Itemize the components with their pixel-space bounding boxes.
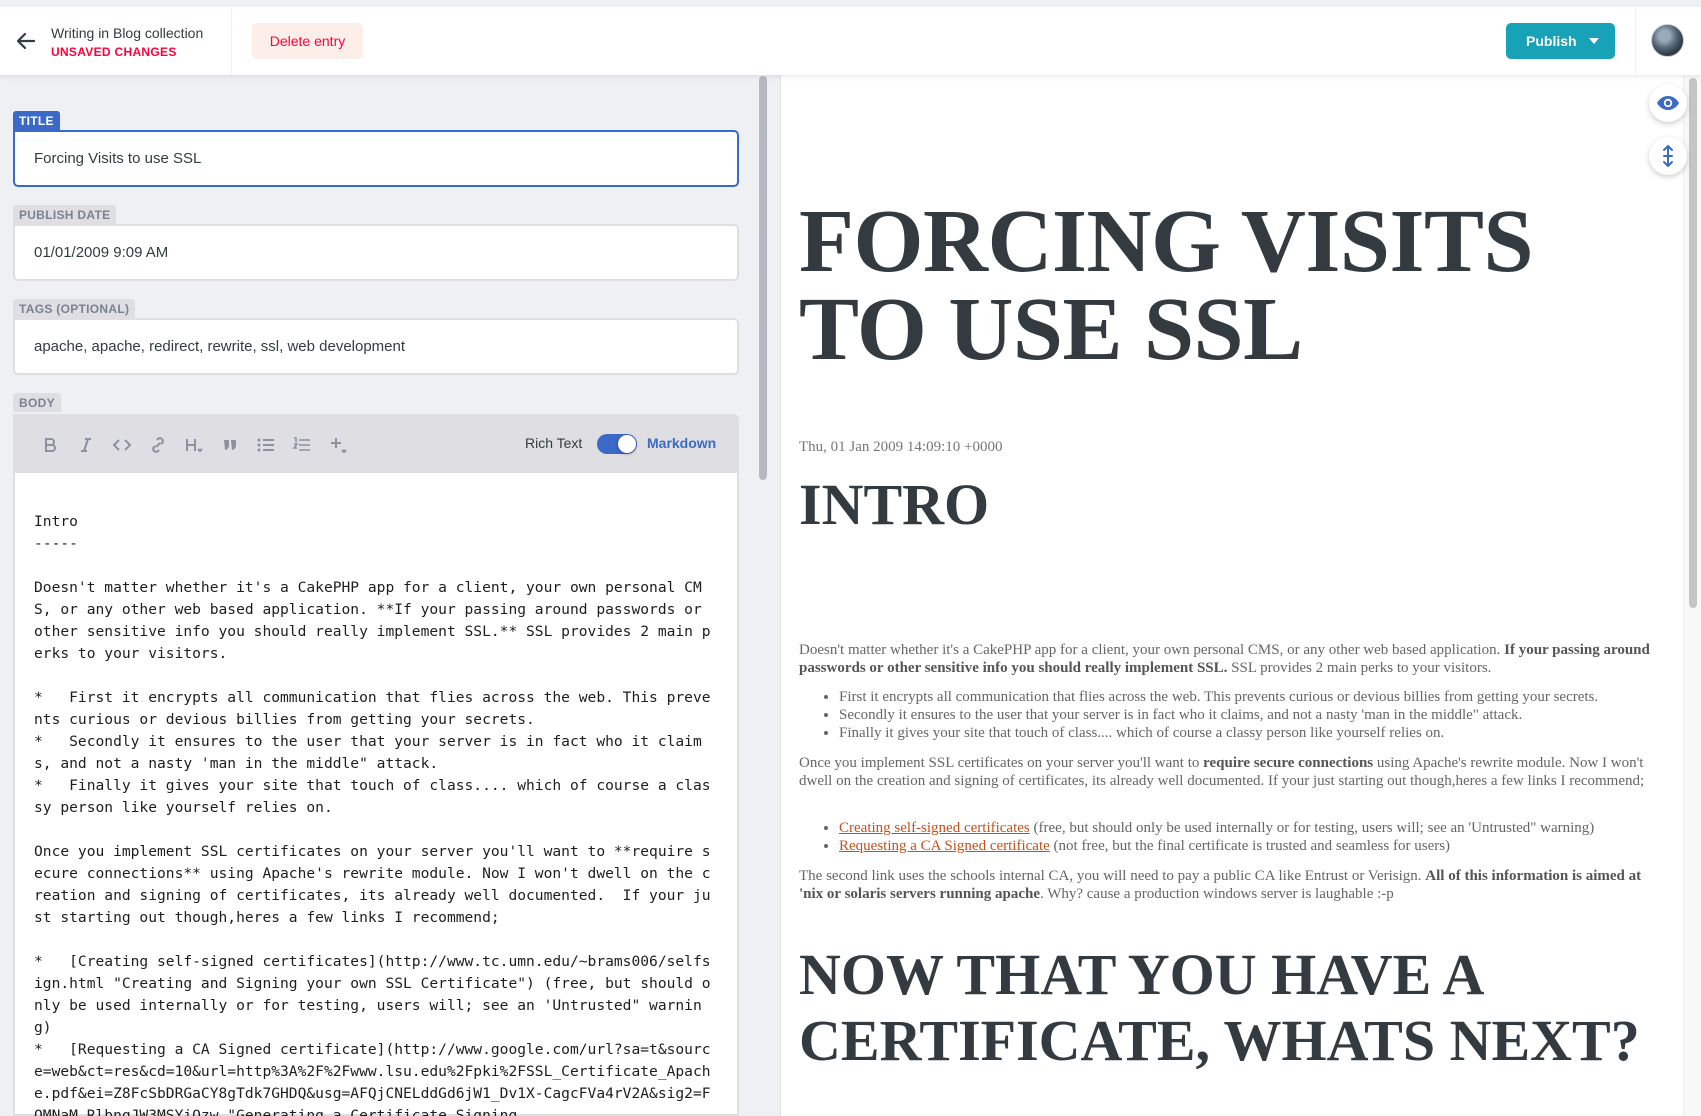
list-item: Creating self-signed certificates (free,… — [839, 819, 1669, 837]
preview-heading-intro: Intro — [799, 472, 990, 537]
add-component-icon[interactable] — [323, 430, 353, 460]
link-ca-signed[interactable]: Requesting a CA Signed certificate — [839, 838, 1050, 854]
markdown-label[interactable]: Markdown — [647, 435, 716, 451]
publish-button[interactable]: Publish — [1506, 23, 1615, 59]
publish-label: Publish — [1526, 33, 1577, 49]
tags-label: TAGS (OPTIONAL) — [13, 299, 136, 318]
preview-scrollbar[interactable] — [1683, 75, 1701, 1116]
avatar[interactable] — [1651, 24, 1684, 57]
eye-icon[interactable] — [1649, 84, 1687, 122]
preview-date: Thu, 01 Jan 2009 14:09:10 +0000 — [799, 439, 1003, 455]
top-bar: Writing in Blog collection UNSAVED CHANG… — [0, 0, 1701, 75]
collection-label: Writing in Blog collection — [51, 25, 204, 41]
title-field: TITLE Forcing Visits to use SSL — [13, 111, 739, 187]
tags-input[interactable]: apache, apache, redirect, rewrite, ssl, … — [13, 318, 739, 375]
publish-date-label: PUBLISH DATE — [13, 205, 117, 224]
link-self-signed[interactable]: Creating self-signed certificates — [839, 820, 1030, 836]
preview-paragraph-2: Once you implement SSL certificates on y… — [799, 755, 1645, 789]
editor-toolbar: Rich Text Markdown — [15, 416, 737, 473]
preview-paragraph-3: The second link uses the schools interna… — [799, 868, 1642, 902]
publish-date-field: PUBLISH DATE 01/01/2009 9:09 AM — [13, 205, 739, 281]
title-input[interactable]: Forcing Visits to use SSL — [13, 130, 739, 187]
chevron-down-icon — [1589, 38, 1599, 44]
unsaved-status: UNSAVED CHANGES — [51, 45, 177, 59]
numbered-list-icon[interactable] — [287, 430, 317, 460]
heading-icon[interactable] — [179, 430, 209, 460]
delete-entry-button[interactable]: Delete entry — [252, 23, 363, 59]
markdown-toggle[interactable] — [597, 434, 637, 454]
body-label: BODY — [13, 393, 61, 412]
publish-date-input[interactable]: 01/01/2009 9:09 AM — [13, 224, 739, 281]
link-icon[interactable] — [143, 430, 173, 460]
tags-field: TAGS (OPTIONAL) apache, apache, redirect… — [13, 299, 739, 375]
list-item: Secondly it ensures to the user that you… — [839, 706, 1669, 724]
divider — [231, 7, 232, 75]
markdown-textarea[interactable]: Intro ----- Doesn't matter whether it's … — [15, 473, 737, 1116]
editor-pane: TITLE Forcing Visits to use SSL PUBLISH … — [0, 75, 780, 1116]
preview-link-list: Creating self-signed certificates (free,… — [839, 819, 1669, 855]
preview-bullet-list: First it encrypts all communication that… — [839, 688, 1669, 742]
italic-icon[interactable] — [71, 430, 101, 460]
list-item: Finally it gives your site that touch of… — [839, 724, 1669, 742]
divider — [1635, 7, 1636, 75]
back-arrow-icon[interactable] — [14, 29, 38, 53]
body-field: BODY — [13, 393, 739, 412]
title-label: TITLE — [13, 111, 60, 130]
quote-icon[interactable] — [215, 430, 245, 460]
body-editor: Rich Text Markdown Intro ----- Doesn't m… — [13, 414, 739, 1116]
sync-scroll-icon[interactable] — [1649, 137, 1687, 175]
editor-scrollbar[interactable] — [759, 76, 767, 480]
entry-meta: Writing in Blog collection UNSAVED CHANG… — [51, 24, 203, 59]
bold-icon[interactable] — [35, 430, 65, 460]
preview-pane: Forcing Visits to use SSL Thu, 01 Jan 20… — [781, 75, 1686, 1116]
preview-heading-next: Now that you have a certificate, whats n… — [799, 942, 1640, 1073]
bulleted-list-icon[interactable] — [251, 430, 281, 460]
list-item: Requesting a CA Signed certificate (not … — [839, 837, 1669, 855]
preview-paragraph-1: Doesn't matter whether it's a CakePHP ap… — [799, 642, 1650, 676]
rich-text-label[interactable]: Rich Text — [525, 435, 582, 451]
code-icon[interactable] — [107, 430, 137, 460]
list-item: First it encrypts all communication that… — [839, 688, 1669, 706]
preview-title: Forcing Visits to use SSL — [799, 192, 1534, 379]
